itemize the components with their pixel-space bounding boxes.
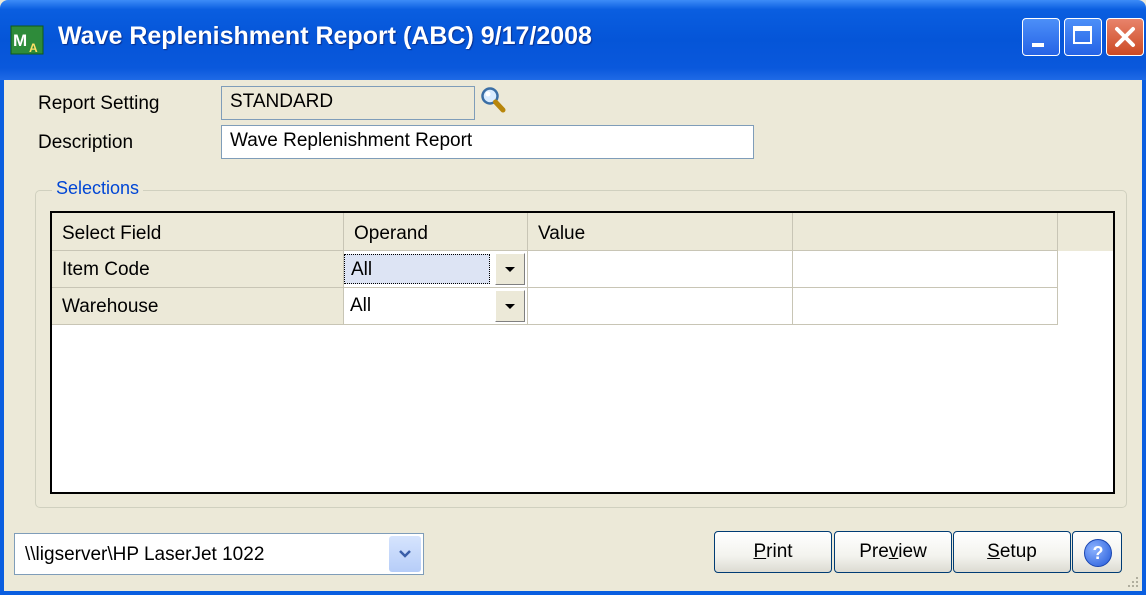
operand-cell: [344, 288, 528, 325]
print-label-accel: P: [753, 541, 767, 562]
lookup-search-icon[interactable]: [480, 86, 506, 114]
maximize-icon: [1073, 26, 1092, 44]
resize-grip-icon[interactable]: [1126, 575, 1140, 589]
selections-grid[interactable]: Select Field Operand Value Item Code All…: [50, 211, 1115, 494]
window-border-bottom: [0, 591, 1146, 595]
help-button[interactable]: ?: [1072, 531, 1122, 573]
report-setting-label: Report Setting: [38, 93, 160, 114]
extra-cell[interactable]: [793, 251, 1058, 288]
preview-button[interactable]: Preview: [834, 531, 952, 573]
printer-value: \\ligserver\HP LaserJet 1022: [25, 544, 265, 565]
window-title: Wave Replenishment Report (ABC) 9/17/200…: [58, 22, 592, 50]
table-row[interactable]: Item Code All: [52, 251, 1058, 288]
setup-button[interactable]: Setup: [953, 531, 1071, 573]
selections-legend: Selections: [52, 178, 144, 199]
value-cell[interactable]: [528, 288, 793, 325]
printer-select[interactable]: \\ligserver\HP LaserJet 1022: [14, 533, 424, 575]
maximize-button[interactable]: [1064, 18, 1102, 56]
close-icon: [1115, 27, 1135, 47]
extra-cell[interactable]: [793, 288, 1058, 325]
app-icon: M A: [10, 25, 44, 55]
close-button[interactable]: [1106, 18, 1144, 56]
preview-label-pre: Pre: [859, 541, 889, 562]
column-header-extra[interactable]: [793, 213, 1058, 251]
printer-dropdown-button[interactable]: [389, 536, 421, 572]
svg-text:A: A: [29, 41, 38, 55]
setup-label-accel: S: [987, 541, 1000, 562]
column-header-select-field[interactable]: Select Field: [52, 213, 344, 251]
select-field-cell[interactable]: Item Code: [52, 251, 344, 288]
setup-label-post: etup: [999, 541, 1037, 562]
window-border-right: [1142, 80, 1146, 595]
description-field[interactable]: Wave Replenishment Report: [221, 125, 754, 159]
svg-text:M: M: [13, 31, 27, 50]
print-button[interactable]: Print: [714, 531, 832, 573]
minimize-button[interactable]: [1022, 18, 1060, 56]
column-header-operand[interactable]: Operand: [344, 213, 528, 251]
help-icon: ?: [1084, 539, 1112, 567]
table-row[interactable]: Warehouse All: [52, 288, 1058, 325]
description-label: Description: [38, 132, 134, 153]
window-border-left: [0, 80, 4, 595]
grid-header: Select Field Operand Value: [52, 213, 1113, 251]
print-label-post: rint: [766, 541, 793, 562]
chevron-down-icon: [399, 550, 411, 558]
preview-label-accel: v: [888, 541, 899, 562]
operand-cell: [344, 251, 528, 288]
column-header-value[interactable]: Value: [528, 213, 793, 251]
preview-label-post: iew: [898, 541, 927, 562]
title-bar[interactable]: M A Wave Replenishment Report (ABC) 9/17…: [0, 0, 1146, 80]
select-field-cell[interactable]: Warehouse: [52, 288, 344, 325]
report-setting-field[interactable]: STANDARD: [221, 86, 475, 120]
value-cell[interactable]: [528, 251, 793, 288]
minimize-icon: [1032, 43, 1044, 47]
